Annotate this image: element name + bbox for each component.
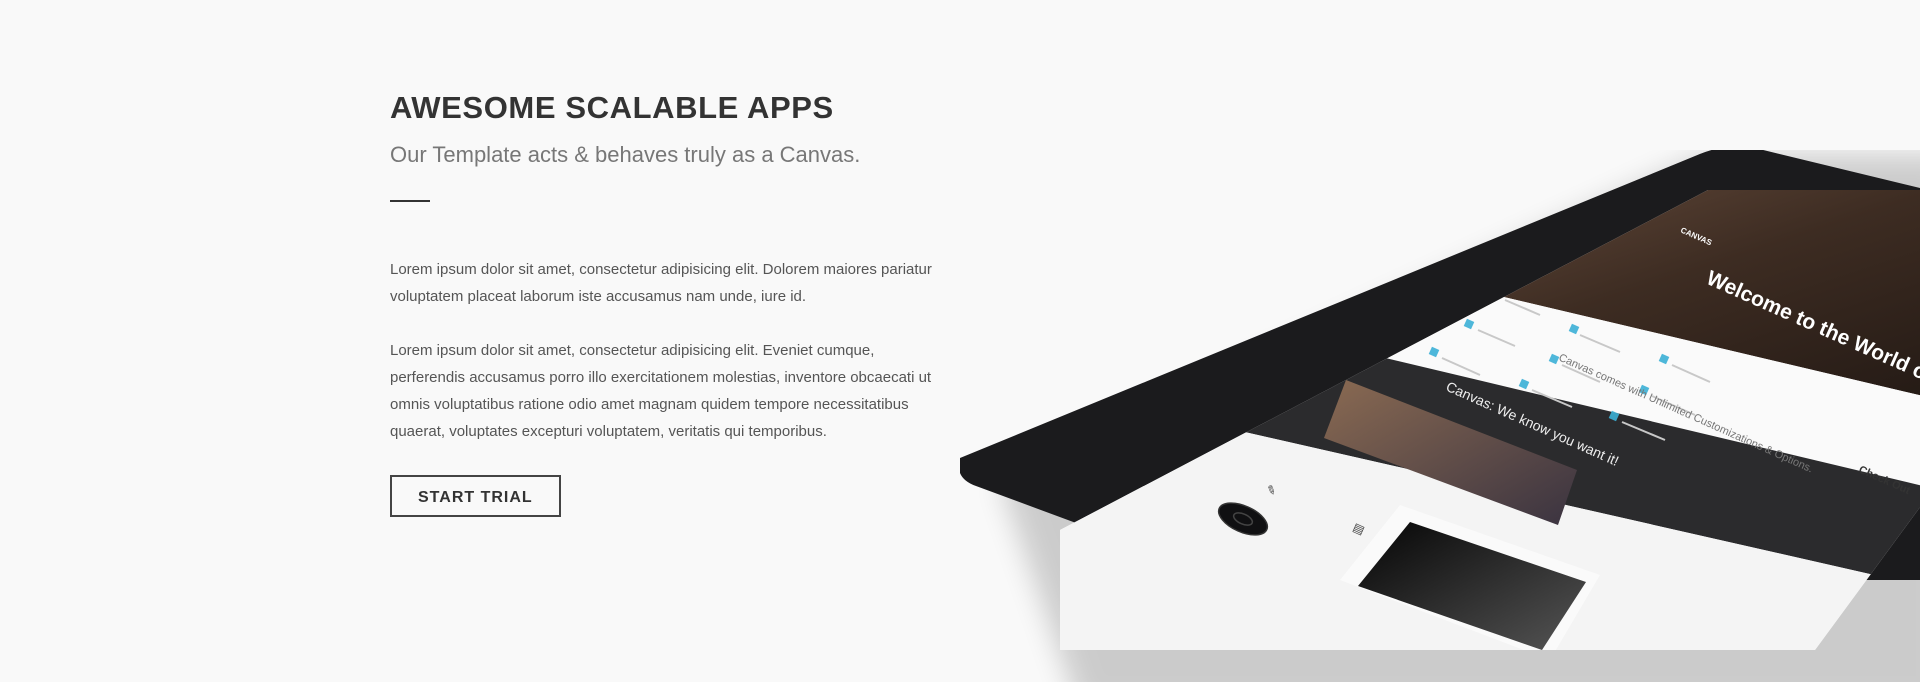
paragraph-1: Lorem ipsum dolor sit amet, consectetur … [390,261,932,305]
section-heading: AWESOME SCALABLE APPS [390,90,834,125]
feature-section: AWESOME SCALABLE APPS Our Template acts … [390,88,950,517]
section-subheading: Our Template acts & behaves truly as a C… [390,142,861,167]
heading-divider [390,200,430,202]
paragraph-2: Lorem ipsum dolor sit amet, consectetur … [390,342,932,440]
tablet-mockup: CANVAS Welcome to the World of Canvas co… [960,150,1920,682]
start-trial-button[interactable]: START TRIAL [390,475,561,517]
